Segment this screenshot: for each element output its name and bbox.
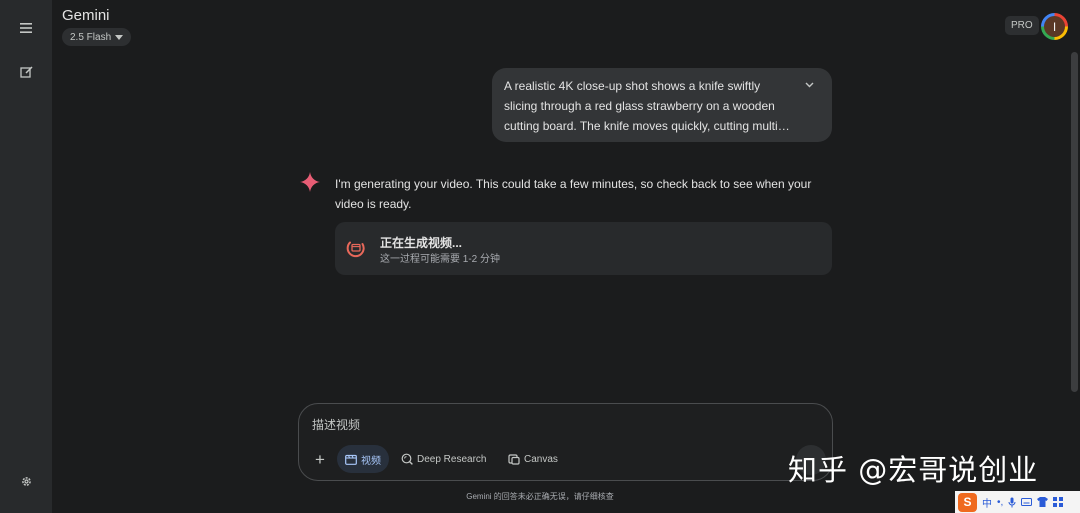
video-tool-label: 视频 <box>361 455 381 467</box>
video-generation-card: 正在生成视频... 这一过程可能需要 1-2 分钟 <box>335 222 832 275</box>
assistant-reply: I'm generating your video. This could ta… <box>335 177 812 211</box>
canvas-label: Canvas <box>524 453 558 465</box>
video-generating-icon <box>346 241 365 258</box>
scrollbar[interactable] <box>1071 52 1078 392</box>
expand-chevron-icon[interactable] <box>802 78 816 92</box>
user-prompt-text: A realistic 4K close-up shot shows a kni… <box>504 79 794 133</box>
model-selector[interactable]: 2.5 Flash <box>62 28 132 46</box>
video-tool-button[interactable]: 视频 <box>337 445 389 473</box>
gemini-spark-icon <box>300 172 320 192</box>
skin-icon[interactable] <box>1037 497 1049 507</box>
deep-research-label: Deep Research <box>417 453 487 465</box>
deep-research-button[interactable]: Deep Research <box>393 445 494 473</box>
generation-title: 正在生成视频... <box>380 236 463 250</box>
ime-punct-icon[interactable]: •, <box>997 497 1003 508</box>
model-label: 2.5 Flash <box>70 31 112 43</box>
disclaimer: Gemini 的回答未必正确无误，请仔细核查 <box>466 492 614 501</box>
ime-logo-icon[interactable]: S <box>958 492 977 512</box>
video-icon <box>345 454 357 465</box>
ime-toolbar: S 中 •, <box>955 491 1080 513</box>
canvas-icon <box>508 454 520 465</box>
pro-badge: PRO <box>1005 16 1039 35</box>
ime-mode[interactable]: 中 <box>982 495 992 510</box>
user-prompt-bubble: A realistic 4K close-up shot shows a kni… <box>492 68 832 142</box>
generation-subtitle: 这一过程可能需要 1-2 分钟 <box>380 254 501 265</box>
toolbox-icon[interactable] <box>1053 497 1064 507</box>
prompt-composer: + 视频 Deep Research Canvas <box>298 403 833 481</box>
add-attachment-icon[interactable]: + <box>311 451 329 469</box>
avatar-initial: I <box>1044 16 1065 37</box>
watermark: 知乎 @宏哥说创业 <box>788 453 1039 487</box>
microphone-icon[interactable] <box>1008 497 1016 508</box>
caret-down-icon <box>115 34 124 40</box>
menu-icon[interactable] <box>13 15 39 41</box>
canvas-button[interactable]: Canvas <box>500 445 566 473</box>
sidebar-rail <box>0 0 52 513</box>
app-title: Gemini <box>62 7 110 24</box>
avatar[interactable]: I <box>1041 13 1068 40</box>
new-chat-icon[interactable] <box>13 59 39 85</box>
deep-research-icon <box>401 453 413 465</box>
keyboard-icon[interactable] <box>1021 498 1033 506</box>
prompt-input[interactable] <box>312 416 792 434</box>
